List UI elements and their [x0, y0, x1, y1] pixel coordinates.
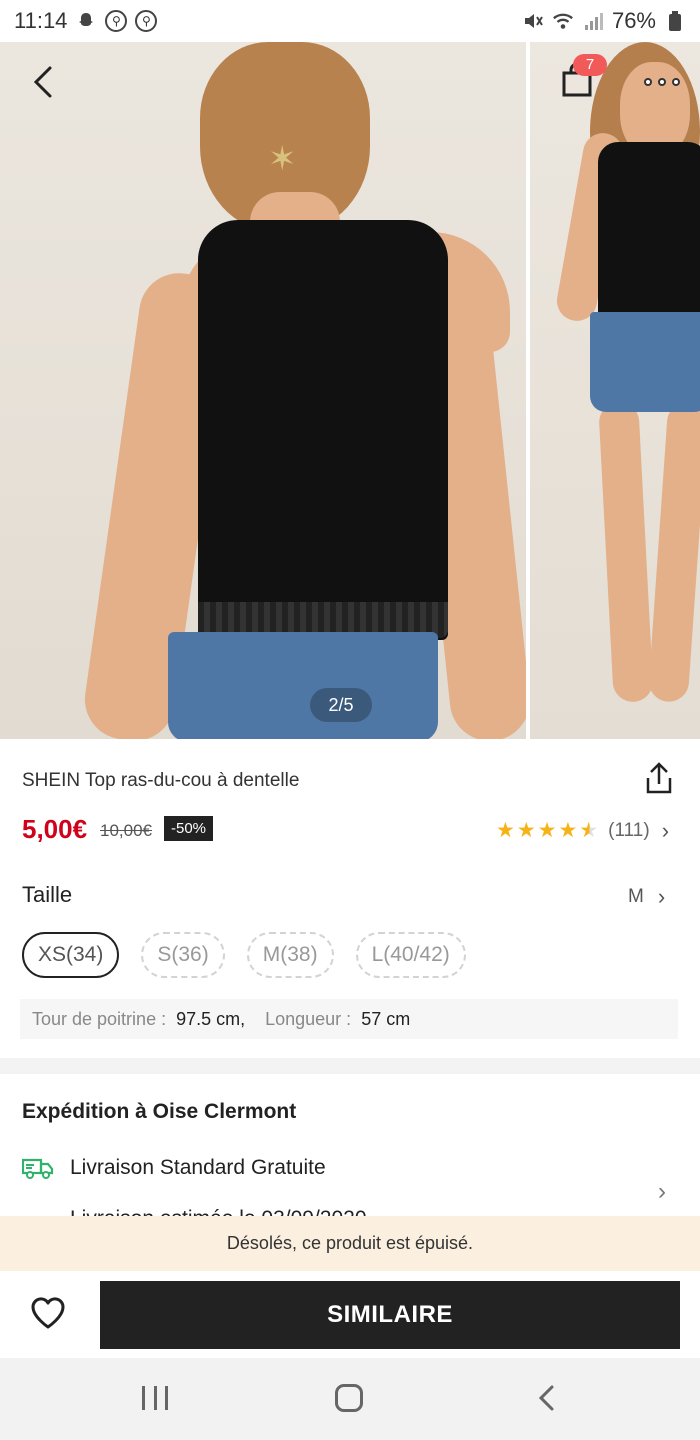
length-value: 57 cm	[361, 1008, 411, 1029]
product-gallery[interactable]: ✶ 7 2/5	[0, 42, 700, 739]
sold-out-notice: Désolés, ce produit est épuisé.	[0, 1216, 700, 1271]
star-icon: ★	[558, 819, 578, 842]
size-option-xs[interactable]: XS(34)	[22, 932, 120, 978]
cart-count-badge: 7	[573, 54, 607, 76]
dot-icon	[658, 78, 666, 86]
shipping-row[interactable]: Livraison Standard Gratuite	[22, 1156, 326, 1180]
chest-label: Tour de poitrine :	[32, 1008, 167, 1029]
chest-value: 97.5 cm,	[176, 1008, 246, 1029]
size-options: XS(34) S(36) M(38) L(40/42)	[22, 932, 466, 978]
share-icon	[646, 762, 672, 794]
size-label: Taille	[22, 882, 73, 907]
dot-icon	[672, 78, 680, 86]
home-button[interactable]	[335, 1384, 363, 1412]
product-price: 5,00€	[22, 814, 88, 844]
size-option-l[interactable]: L(40/42)	[355, 932, 466, 978]
section-separator	[0, 1058, 700, 1074]
status-bar: 11:14 ⚲ ⚲ 76%	[0, 0, 700, 42]
star-icon: ★	[537, 819, 557, 842]
discount-badge: -50%	[164, 816, 214, 841]
star-icon: ★	[516, 819, 536, 842]
product-photo[interactable]: ✶	[0, 42, 526, 739]
wifi-icon	[552, 10, 574, 32]
battery-percent: 76%	[611, 8, 656, 33]
photo-top-garment	[198, 220, 448, 640]
share-button[interactable]	[642, 762, 678, 798]
signal-icon	[582, 10, 604, 32]
status-time: 11:14	[14, 8, 68, 33]
heart-icon	[31, 1297, 65, 1329]
next-product-photo[interactable]	[530, 42, 700, 739]
product-title: SHEIN Top ras-du-cou à dentelle	[22, 770, 300, 791]
size-measurements: Tour de poitrine : 97.5 cm, Longueur : 5…	[20, 999, 678, 1039]
chevron-left-icon	[538, 1385, 554, 1411]
activity-icon: ⚲	[135, 10, 158, 32]
chevron-right-icon[interactable]: ›	[658, 1178, 666, 1206]
earring-star-icon: ✶	[268, 140, 297, 178]
bottom-action-bar: SIMILAIRE	[0, 1271, 700, 1358]
size-option-s[interactable]: S(36)	[141, 932, 225, 978]
battery-icon	[664, 10, 686, 32]
dot-icon	[644, 78, 652, 86]
length-label: Longueur :	[265, 1008, 352, 1029]
chevron-left-icon	[33, 66, 52, 98]
rating-count: (111)	[608, 820, 650, 841]
star-half-icon: ★	[579, 819, 599, 842]
image-pager: 2/5	[310, 688, 372, 722]
star-icon: ★	[496, 819, 515, 842]
rating-summary[interactable]: ★ ★ ★ ★ ★ (111) ›	[496, 818, 669, 844]
shipping-standard: Livraison Standard Gratuite	[70, 1156, 326, 1179]
photo-leg	[647, 400, 700, 704]
similar-button[interactable]: SIMILAIRE	[100, 1281, 680, 1349]
size-guide-link[interactable]: M ›	[628, 884, 665, 910]
chevron-right-icon: ›	[661, 818, 670, 843]
wishlist-button[interactable]	[28, 1293, 70, 1335]
system-back-button[interactable]	[534, 1382, 564, 1414]
mute-icon	[522, 10, 544, 32]
photo-shorts	[590, 312, 700, 412]
more-options-button[interactable]	[636, 64, 688, 100]
selected-size: M	[628, 886, 644, 907]
original-price: 10,00€	[100, 821, 152, 840]
back-button[interactable]	[22, 60, 66, 104]
truck-icon	[22, 1158, 54, 1179]
photo-leg	[598, 401, 654, 703]
bar-icon	[165, 1386, 168, 1410]
photo-top-garment	[598, 142, 700, 322]
bar-icon	[142, 1386, 145, 1410]
shipping-title: Expédition à Oise Clermont	[22, 1100, 297, 1123]
system-nav-bar	[0, 1358, 700, 1440]
size-option-m[interactable]: M(38)	[246, 932, 334, 978]
bar-icon	[153, 1386, 157, 1410]
recent-apps-button[interactable]	[142, 1386, 168, 1410]
photo-shorts	[168, 632, 438, 739]
activity-icon: ⚲	[105, 10, 128, 32]
chevron-right-icon: ›	[657, 884, 666, 909]
snapchat-icon	[75, 10, 97, 32]
